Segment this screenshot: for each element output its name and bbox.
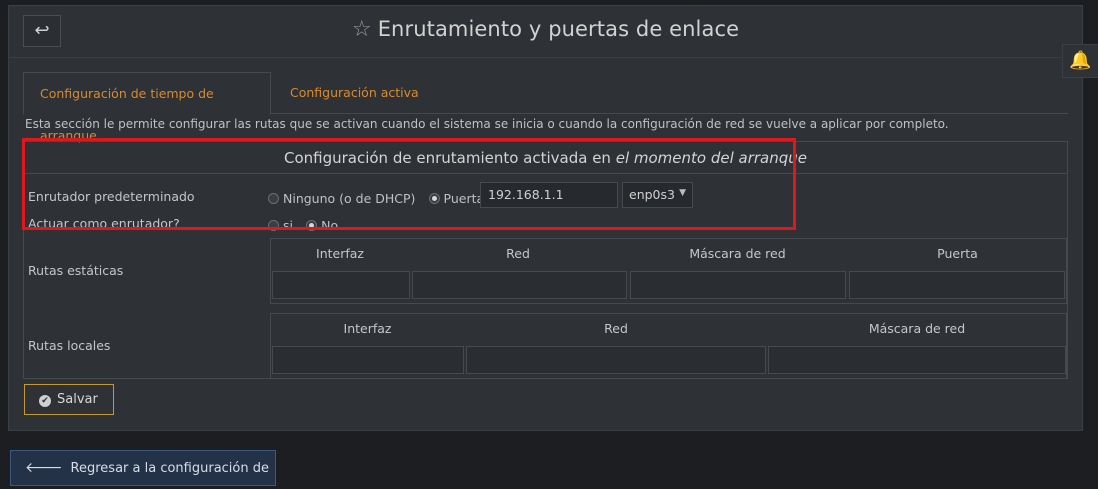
radio-gateway-label: Puerta <box>443 191 485 206</box>
static-gateway-input[interactable] <box>849 271 1065 299</box>
radio-none-circle[interactable] <box>268 193 279 204</box>
static-network-input[interactable] <box>412 271 627 299</box>
static-netmask-input[interactable] <box>630 271 846 299</box>
local-col-netmask: Máscara de red <box>868 321 966 336</box>
back-to-network-button[interactable]: 🡐Regresar a la configuración de red <box>10 450 276 486</box>
section-title-prefix: Configuración de enrutamiento activada e… <box>283 149 616 167</box>
bell-icon: 🔔 <box>1069 50 1092 71</box>
star-icon[interactable]: ☆ <box>352 17 372 42</box>
static-col-network: Red <box>506 246 530 261</box>
save-button-label: Salvar <box>57 392 98 407</box>
radio-gateway[interactable]: Puerta <box>428 188 485 207</box>
radio-none[interactable]: Ninguno (o de DHCP) <box>268 188 415 207</box>
default-router-options: Ninguno (o de DHCP) Puerta <box>268 188 484 207</box>
routing-form: Configuración de enrutamiento activada e… <box>23 141 1068 379</box>
chevron-down-icon: ▼ <box>679 188 686 198</box>
static-routes-table: Interfaz Red Máscara de red Puerta <box>270 238 1067 304</box>
act-as-router-options: si No <box>268 215 338 234</box>
local-col-network: Red <box>604 321 628 336</box>
radio-gateway-circle[interactable] <box>428 193 440 204</box>
radio-no[interactable]: No <box>306 215 338 234</box>
main-panel: ↩ ☆ Enrutamiento y puertas de enlace Conf… <box>8 5 1083 431</box>
local-col-interface: Interfaz <box>343 321 392 336</box>
static-col-netmask: Máscara de red <box>689 246 786 261</box>
radio-yes[interactable]: si <box>268 215 293 234</box>
check-circle-icon: ✔ <box>39 395 51 407</box>
gateway-interface-value: enp0s3 <box>629 187 675 202</box>
radio-none-label: Ninguno (o de DHCP) <box>283 191 416 206</box>
tab-boot-config[interactable]: Configuración de tiempo de arranque <box>23 72 271 143</box>
act-as-router-label: Actuar como enrutador? <box>28 216 180 231</box>
default-router-label: Enrutador predeterminado <box>28 189 195 204</box>
gateway-ip-input[interactable]: 192.168.1.1 <box>480 182 618 208</box>
arrow-left-icon: 🡐 <box>25 460 63 476</box>
radio-no-circle[interactable] <box>306 220 318 231</box>
static-interface-input[interactable] <box>272 271 410 299</box>
radio-yes-label: si <box>283 218 293 233</box>
notifications-button[interactable]: 🔔 <box>1062 44 1098 78</box>
tab-bar: Configuración de tiempo de arranque Conf… <box>23 72 1068 143</box>
static-routes-label: Rutas estáticas <box>28 263 124 278</box>
section-description: Esta sección le permite configurar las r… <box>25 117 949 131</box>
section-title-emphasis: el momento del arranque <box>615 149 808 167</box>
radio-yes-circle[interactable] <box>268 220 279 231</box>
page-title-text: Enrutamiento y puertas de enlace <box>377 17 740 41</box>
section-title: Configuración de enrutamiento activada e… <box>24 142 1067 174</box>
tab-active-config[interactable]: Configuración activa <box>274 72 435 115</box>
gateway-interface-select[interactable]: enp0s3 ▼ <box>622 182 693 208</box>
static-col-gateway: Puerta <box>937 246 978 261</box>
local-routes-label: Rutas locales <box>28 338 111 353</box>
save-button[interactable]: ✔ Salvar <box>24 384 114 415</box>
local-routes-table: Interfaz Red Máscara de red <box>270 313 1067 379</box>
static-col-interface: Interfaz <box>316 246 364 261</box>
radio-no-label: No <box>321 218 339 233</box>
local-network-input[interactable] <box>466 346 766 374</box>
title-bar: ↩ ☆ Enrutamiento y puertas de enlace <box>9 6 1082 58</box>
page-title: ☆ Enrutamiento y puertas de enlace <box>9 17 1082 42</box>
local-netmask-input[interactable] <box>768 346 1066 374</box>
local-interface-input[interactable] <box>272 346 464 374</box>
